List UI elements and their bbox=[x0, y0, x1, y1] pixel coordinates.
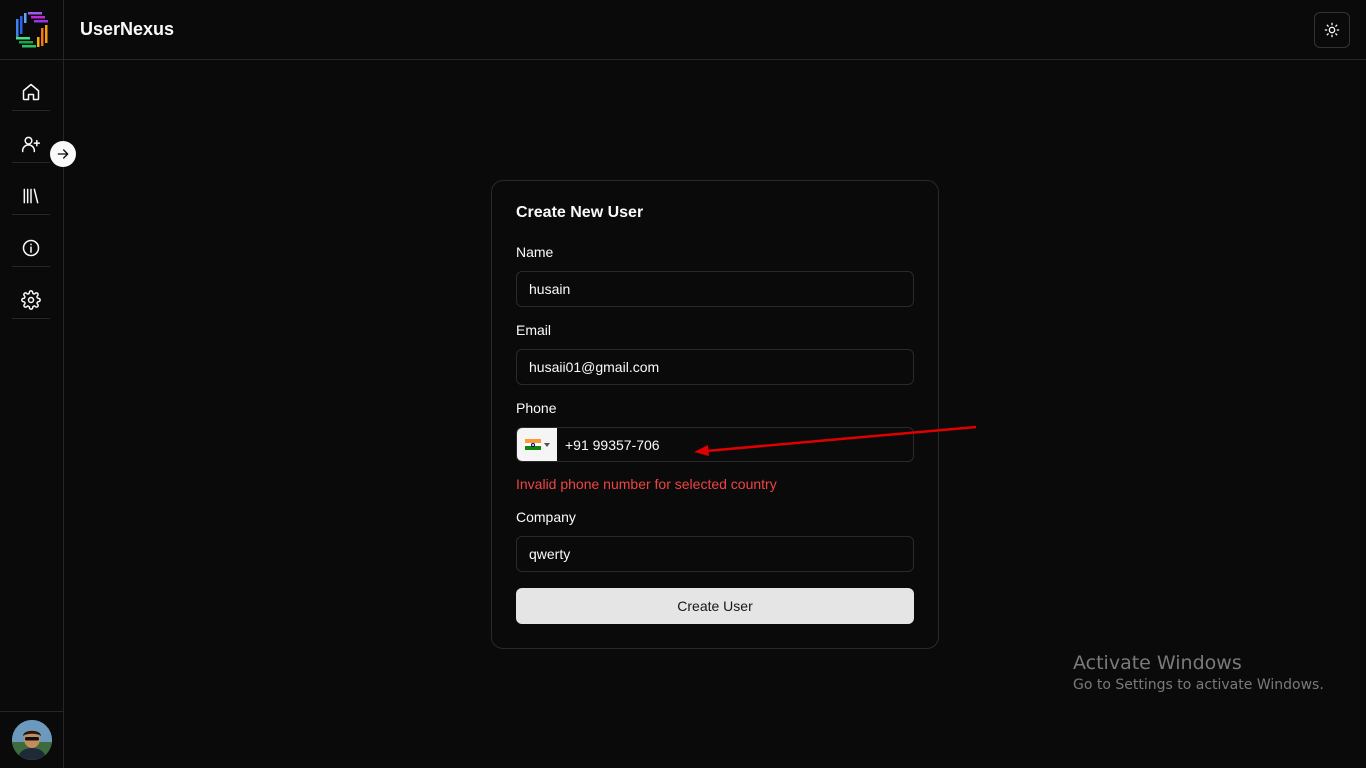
sidebar bbox=[0, 0, 64, 768]
name-label: Name bbox=[516, 244, 554, 260]
sidebar-divider bbox=[0, 59, 64, 60]
top-bar: UserNexus bbox=[64, 0, 1366, 60]
arrow-right-icon bbox=[57, 149, 69, 159]
theme-toggle-button[interactable] bbox=[1314, 12, 1350, 48]
company-label: Company bbox=[516, 509, 576, 525]
watermark-title: Activate Windows bbox=[1073, 652, 1242, 674]
country-code-select[interactable] bbox=[517, 428, 557, 461]
library-icon bbox=[23, 188, 39, 203]
create-user-card: Create New User Name Email Phone Invalid… bbox=[491, 180, 939, 649]
info-icon bbox=[22, 239, 40, 256]
expand-sidebar-button[interactable] bbox=[50, 141, 76, 167]
sidebar-divider bbox=[0, 711, 64, 712]
phone-label: Phone bbox=[516, 400, 557, 416]
sidebar-item-settings[interactable] bbox=[12, 281, 50, 319]
email-label: Email bbox=[516, 322, 552, 338]
form-title: Create New User bbox=[516, 204, 644, 221]
create-user-button[interactable]: Create User bbox=[516, 588, 914, 624]
home-icon bbox=[22, 83, 40, 100]
annotation-arrow bbox=[694, 425, 977, 456]
sidebar-item-add-user[interactable] bbox=[12, 125, 50, 163]
user-avatar[interactable] bbox=[12, 720, 52, 760]
app-logo-icon[interactable] bbox=[13, 11, 51, 49]
watermark-subtitle: Go to Settings to activate Windows. bbox=[1073, 677, 1324, 693]
gear-icon bbox=[21, 289, 41, 310]
app-title: UserNexus bbox=[80, 19, 175, 39]
sidebar-item-library[interactable] bbox=[12, 177, 50, 215]
windows-activation-watermark: Activate Windows Go to Settings to activ… bbox=[1073, 652, 1324, 693]
phone-error-message: Invalid phone number for selected countr… bbox=[516, 476, 777, 492]
sidebar-item-home[interactable] bbox=[12, 73, 50, 111]
user-plus-icon bbox=[21, 136, 41, 152]
chevron-down-icon bbox=[543, 442, 550, 447]
sun-icon bbox=[1324, 22, 1340, 38]
name-field[interactable] bbox=[516, 271, 914, 307]
email-field[interactable] bbox=[516, 349, 914, 385]
company-field[interactable] bbox=[516, 536, 914, 572]
india-flag-icon bbox=[524, 439, 541, 451]
sidebar-item-info[interactable] bbox=[12, 229, 50, 267]
